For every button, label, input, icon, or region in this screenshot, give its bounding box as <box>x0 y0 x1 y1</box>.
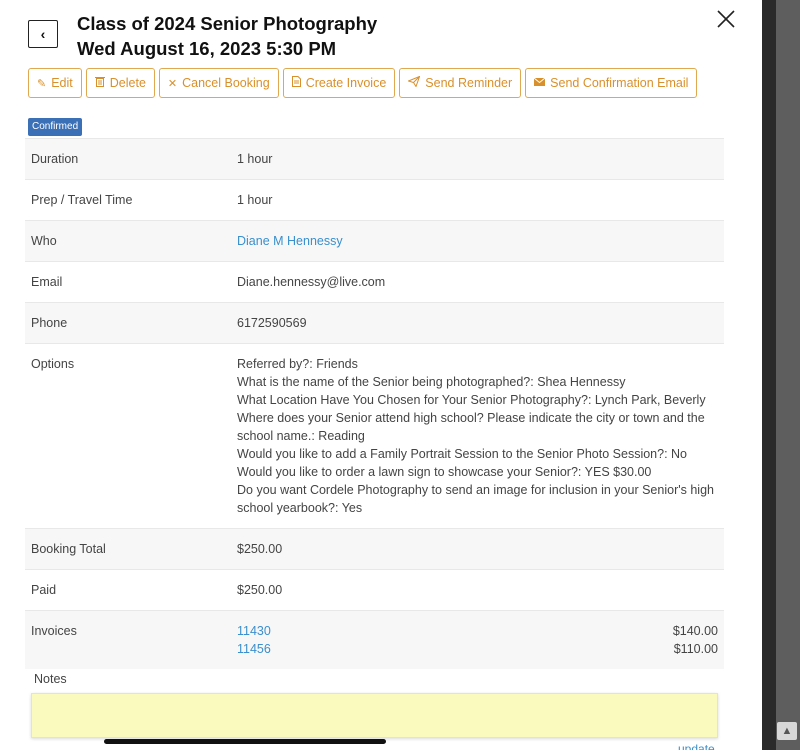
send-confirmation-label: Send Confirmation Email <box>550 76 689 90</box>
close-button[interactable] <box>714 8 738 30</box>
table-row: Duration 1 hour <box>25 138 724 180</box>
duration-label: Duration <box>25 138 231 180</box>
create-invoice-label: Create Invoice <box>305 76 387 90</box>
email-value: Diane.hennessy@live.com <box>231 261 724 303</box>
chevron-left-icon: ‹ <box>40 26 46 42</box>
action-toolbar: ✎ Edit Delete ✕ Cancel Booking Create In… <box>28 68 698 98</box>
paper-plane-icon <box>407 75 421 90</box>
create-invoice-button[interactable]: Create Invoice <box>282 68 396 98</box>
cancel-booking-button[interactable]: ✕ Cancel Booking <box>158 68 279 98</box>
paid-label: Paid <box>25 569 231 611</box>
table-row: Phone 6172590569 <box>25 302 724 344</box>
notes-textarea[interactable] <box>31 693 718 738</box>
option-line: Would you like to add a Family Portrait … <box>237 447 688 461</box>
booking-modal: ‹ Class of 2024 Senior Photography Wed A… <box>0 0 762 750</box>
option-line: Where does your Senior attend high schoo… <box>237 411 705 443</box>
send-reminder-button[interactable]: Send Reminder <box>399 68 522 98</box>
table-row: Paid $250.00 <box>25 569 724 611</box>
table-row: Prep / Travel Time 1 hour <box>25 179 724 221</box>
booking-details-table: Duration 1 hour Prep / Travel Time 1 hou… <box>25 138 724 669</box>
options-label: Options <box>25 343 231 529</box>
prep-travel-value: 1 hour <box>231 179 724 221</box>
table-row: Invoices 11430 $140.00 11456 $110.00 <box>25 610 724 669</box>
notes-update-link[interactable]: update <box>678 742 715 750</box>
option-line: Do you want Cordele Photography to send … <box>237 483 714 515</box>
pencil-icon: ✎ <box>37 77 47 90</box>
table-row: Options Referred by?: Friends What is th… <box>25 343 724 529</box>
invoice-link[interactable]: 11430 <box>237 622 271 640</box>
scrollbar-thumb[interactable] <box>762 0 776 750</box>
booking-datetime: Wed August 16, 2023 5:30 PM <box>77 38 337 59</box>
option-line: Would you like to order a lawn sign to s… <box>237 465 652 479</box>
phone-value: 6172590569 <box>231 302 724 344</box>
invoice-line: 11456 $110.00 <box>237 640 718 658</box>
invoices-value: 11430 $140.00 11456 $110.00 <box>231 610 724 669</box>
who-label: Who <box>25 220 231 262</box>
booking-total-label: Booking Total <box>25 528 231 570</box>
status-badge: Confirmed <box>28 118 83 136</box>
scroll-up-arrow-icon[interactable]: ▲ <box>777 722 797 740</box>
invoice-amount: $110.00 <box>673 642 718 656</box>
edit-button-label: Edit <box>51 76 73 90</box>
envelope-icon <box>533 77 546 89</box>
option-line: What Location Have You Chosen for Your S… <box>237 393 706 407</box>
booking-title: Class of 2024 Senior Photography <box>77 13 378 34</box>
home-indicator <box>104 739 386 744</box>
options-value: Referred by?: Friends What is the name o… <box>231 343 724 529</box>
edit-button[interactable]: ✎ Edit <box>28 68 82 98</box>
duration-value: 1 hour <box>231 138 724 180</box>
document-icon <box>291 76 301 90</box>
delete-button-label: Delete <box>109 76 146 90</box>
option-line: Referred by?: Friends <box>237 357 358 371</box>
delete-button[interactable]: Delete <box>85 68 155 98</box>
table-row: Email Diane.hennessy@live.com <box>25 261 724 303</box>
client-name-link[interactable]: Diane M Hennessy <box>237 234 343 248</box>
table-row: Booking Total $250.00 <box>25 528 724 570</box>
x-icon: ✕ <box>167 77 178 90</box>
paid-value: $250.00 <box>231 569 724 611</box>
notes-label: Notes <box>34 672 67 686</box>
scrollbar-track[interactable] <box>762 0 800 750</box>
trash-icon <box>94 76 105 90</box>
close-icon <box>717 10 735 28</box>
prep-travel-label: Prep / Travel Time <box>25 179 231 221</box>
booking-total-value: $250.00 <box>231 528 724 570</box>
page-title: Class of 2024 Senior Photography Wed Aug… <box>77 11 377 61</box>
table-row: Who Diane M Hennessy <box>25 220 724 262</box>
cancel-booking-label: Cancel Booking <box>182 76 270 90</box>
send-reminder-label: Send Reminder <box>425 76 513 90</box>
email-label: Email <box>25 261 231 303</box>
send-confirmation-button[interactable]: Send Confirmation Email <box>525 68 698 98</box>
option-line: What is the name of the Senior being pho… <box>237 375 626 389</box>
invoice-amount: $140.00 <box>672 624 718 638</box>
invoice-line: 11430 $140.00 <box>237 622 718 640</box>
invoice-link[interactable]: 11456 <box>237 640 271 658</box>
phone-label: Phone <box>25 302 231 344</box>
back-button[interactable]: ‹ <box>28 20 58 48</box>
invoices-label: Invoices <box>25 610 231 669</box>
